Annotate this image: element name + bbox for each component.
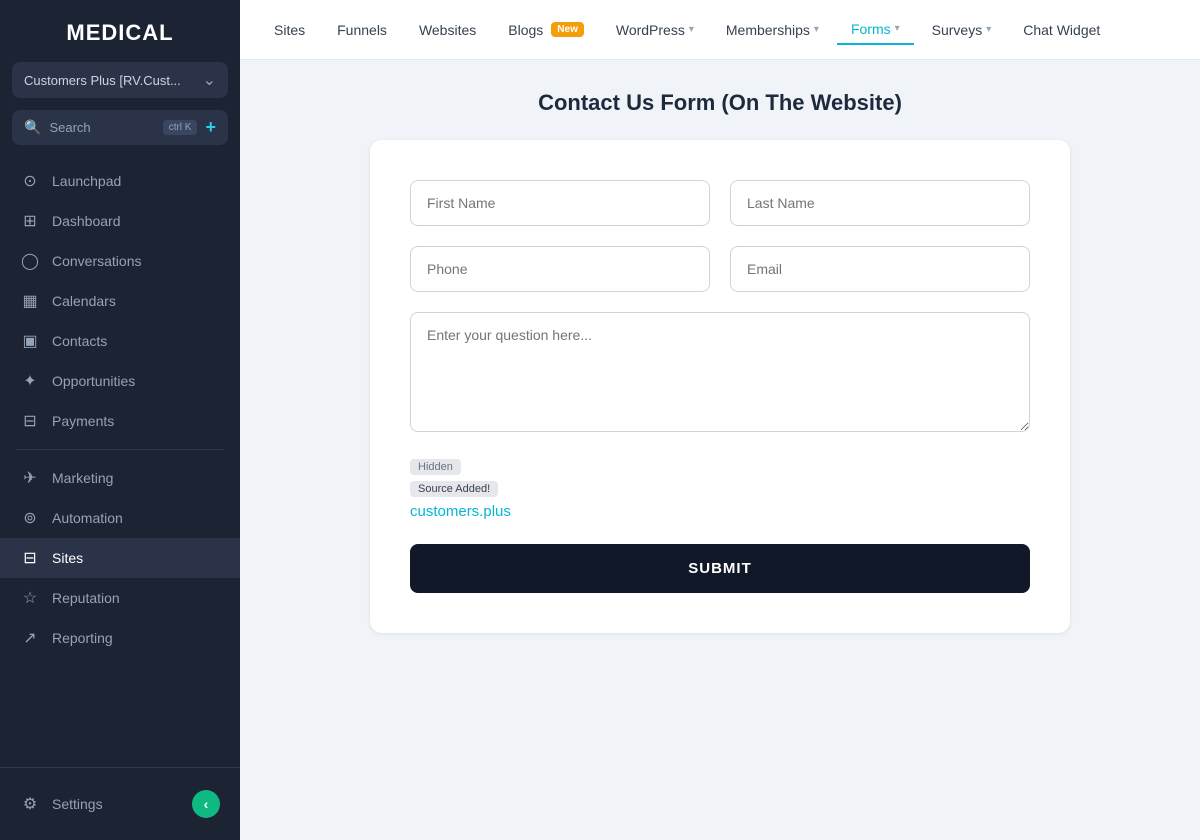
settings-icon: ⚙ [20, 794, 40, 814]
name-row [410, 180, 1030, 226]
sidebar-item-label: Launchpad [52, 173, 121, 189]
dashboard-icon: ⊞ [20, 211, 40, 231]
email-input[interactable] [730, 246, 1030, 292]
sidebar-item-conversations[interactable]: ◯ Conversations [0, 241, 240, 281]
topnav-surveys[interactable]: Surveys ▾ [918, 16, 1006, 44]
sidebar-item-label: Sites [52, 550, 83, 566]
sidebar-item-label: Reputation [52, 590, 120, 606]
app-logo: MEDICAL [0, 0, 240, 62]
search-icon: 🔍 [24, 119, 41, 136]
conversations-icon: ◯ [20, 251, 40, 271]
sidebar-item-label: Contacts [52, 333, 107, 349]
sidebar-item-label: Payments [52, 413, 114, 429]
topnav-websites[interactable]: Websites [405, 16, 490, 44]
sidebar-item-reporting[interactable]: ↗ Reporting [0, 618, 240, 658]
automation-icon: ⊚ [20, 508, 40, 528]
main-area: Sites Funnels Websites Blogs New WordPre… [240, 0, 1200, 840]
source-value: customers.plus [410, 503, 1030, 520]
topnav-sites[interactable]: Sites [260, 16, 319, 44]
hidden-section: Hidden Source Added! customers.plus [410, 457, 1030, 520]
search-shortcut: ctrl K [163, 120, 198, 135]
contacts-icon: ▣ [20, 331, 40, 351]
reporting-icon: ↗ [20, 628, 40, 648]
calendars-icon: ▦ [20, 291, 40, 311]
payments-icon: ⊟ [20, 411, 40, 431]
launchpad-icon: ⊙ [20, 171, 40, 191]
chevron-down-icon: ▾ [895, 23, 900, 34]
sidebar-item-automation[interactable]: ⊚ Automation [0, 498, 240, 538]
reputation-icon: ☆ [20, 588, 40, 608]
add-icon[interactable]: + [205, 117, 216, 138]
sidebar-item-launchpad[interactable]: ⊙ Launchpad [0, 161, 240, 201]
sidebar-item-label: Opportunities [52, 373, 135, 389]
topnav-chatwidget[interactable]: Chat Widget [1009, 16, 1114, 44]
form-card: Hidden Source Added! customers.plus SUBM… [370, 140, 1070, 633]
page-title: Contact Us Form (On The Website) [538, 90, 902, 116]
topnav-funnels[interactable]: Funnels [323, 16, 401, 44]
chevron-down-icon: ▾ [689, 24, 694, 35]
marketing-icon: ✈ [20, 468, 40, 488]
chevron-down-icon: ⌄ [203, 70, 216, 90]
search-bar[interactable]: 🔍 Search ctrl K + [12, 110, 228, 145]
submit-button[interactable]: SUBMIT [410, 544, 1030, 593]
last-name-input[interactable] [730, 180, 1030, 226]
account-name: Customers Plus [RV.Cust... [24, 73, 181, 88]
content-area: Contact Us Form (On The Website) Hidden … [240, 60, 1200, 840]
sites-icon: ⊟ [20, 548, 40, 568]
sidebar-item-sites[interactable]: ⊟ Sites [0, 538, 240, 578]
opportunities-icon: ✦ [20, 371, 40, 391]
topnav-forms[interactable]: Forms ▾ [837, 15, 914, 45]
settings-item[interactable]: ⚙ Settings ‹ [0, 780, 240, 828]
settings-green-button[interactable]: ‹ [192, 790, 220, 818]
new-badge: New [551, 22, 584, 37]
chevron-down-icon: ▾ [986, 24, 991, 35]
sidebar-item-contacts[interactable]: ▣ Contacts [0, 321, 240, 361]
sidebar-item-label: Automation [52, 510, 123, 526]
sidebar-item-marketing[interactable]: ✈ Marketing [0, 458, 240, 498]
sidebar-item-label: Calendars [52, 293, 116, 309]
sidebar-nav: ⊙ Launchpad ⊞ Dashboard ◯ Conversations … [0, 161, 240, 767]
sidebar-item-calendars[interactable]: ▦ Calendars [0, 281, 240, 321]
topnav-blogs[interactable]: Blogs New [494, 16, 598, 44]
source-badge: Source Added! [410, 481, 498, 497]
settings-label: Settings [52, 796, 103, 812]
sidebar-item-opportunities[interactable]: ✦ Opportunities [0, 361, 240, 401]
topnav-memberships[interactable]: Memberships ▾ [712, 16, 833, 44]
first-name-input[interactable] [410, 180, 710, 226]
topnav-wordpress[interactable]: WordPress ▾ [602, 16, 708, 44]
sidebar-bottom: ⚙ Settings ‹ [0, 767, 240, 840]
search-placeholder: Search [49, 120, 154, 135]
sidebar-item-label: Reporting [52, 630, 113, 646]
sidebar-divider [16, 449, 224, 450]
account-selector[interactable]: Customers Plus [RV.Cust... ⌄ [12, 62, 228, 98]
sidebar-item-payments[interactable]: ⊟ Payments [0, 401, 240, 441]
chevron-down-icon: ▾ [814, 24, 819, 35]
sidebar-item-label: Conversations [52, 253, 142, 269]
sidebar-item-label: Dashboard [52, 213, 121, 229]
hidden-badge: Hidden [410, 459, 461, 475]
sidebar-item-label: Marketing [52, 470, 113, 486]
sidebar: MEDICAL Customers Plus [RV.Cust... ⌄ 🔍 S… [0, 0, 240, 840]
top-nav: Sites Funnels Websites Blogs New WordPre… [240, 0, 1200, 60]
contact-row [410, 246, 1030, 292]
question-textarea[interactable] [410, 312, 1030, 432]
sidebar-item-reputation[interactable]: ☆ Reputation [0, 578, 240, 618]
sidebar-item-dashboard[interactable]: ⊞ Dashboard [0, 201, 240, 241]
phone-input[interactable] [410, 246, 710, 292]
